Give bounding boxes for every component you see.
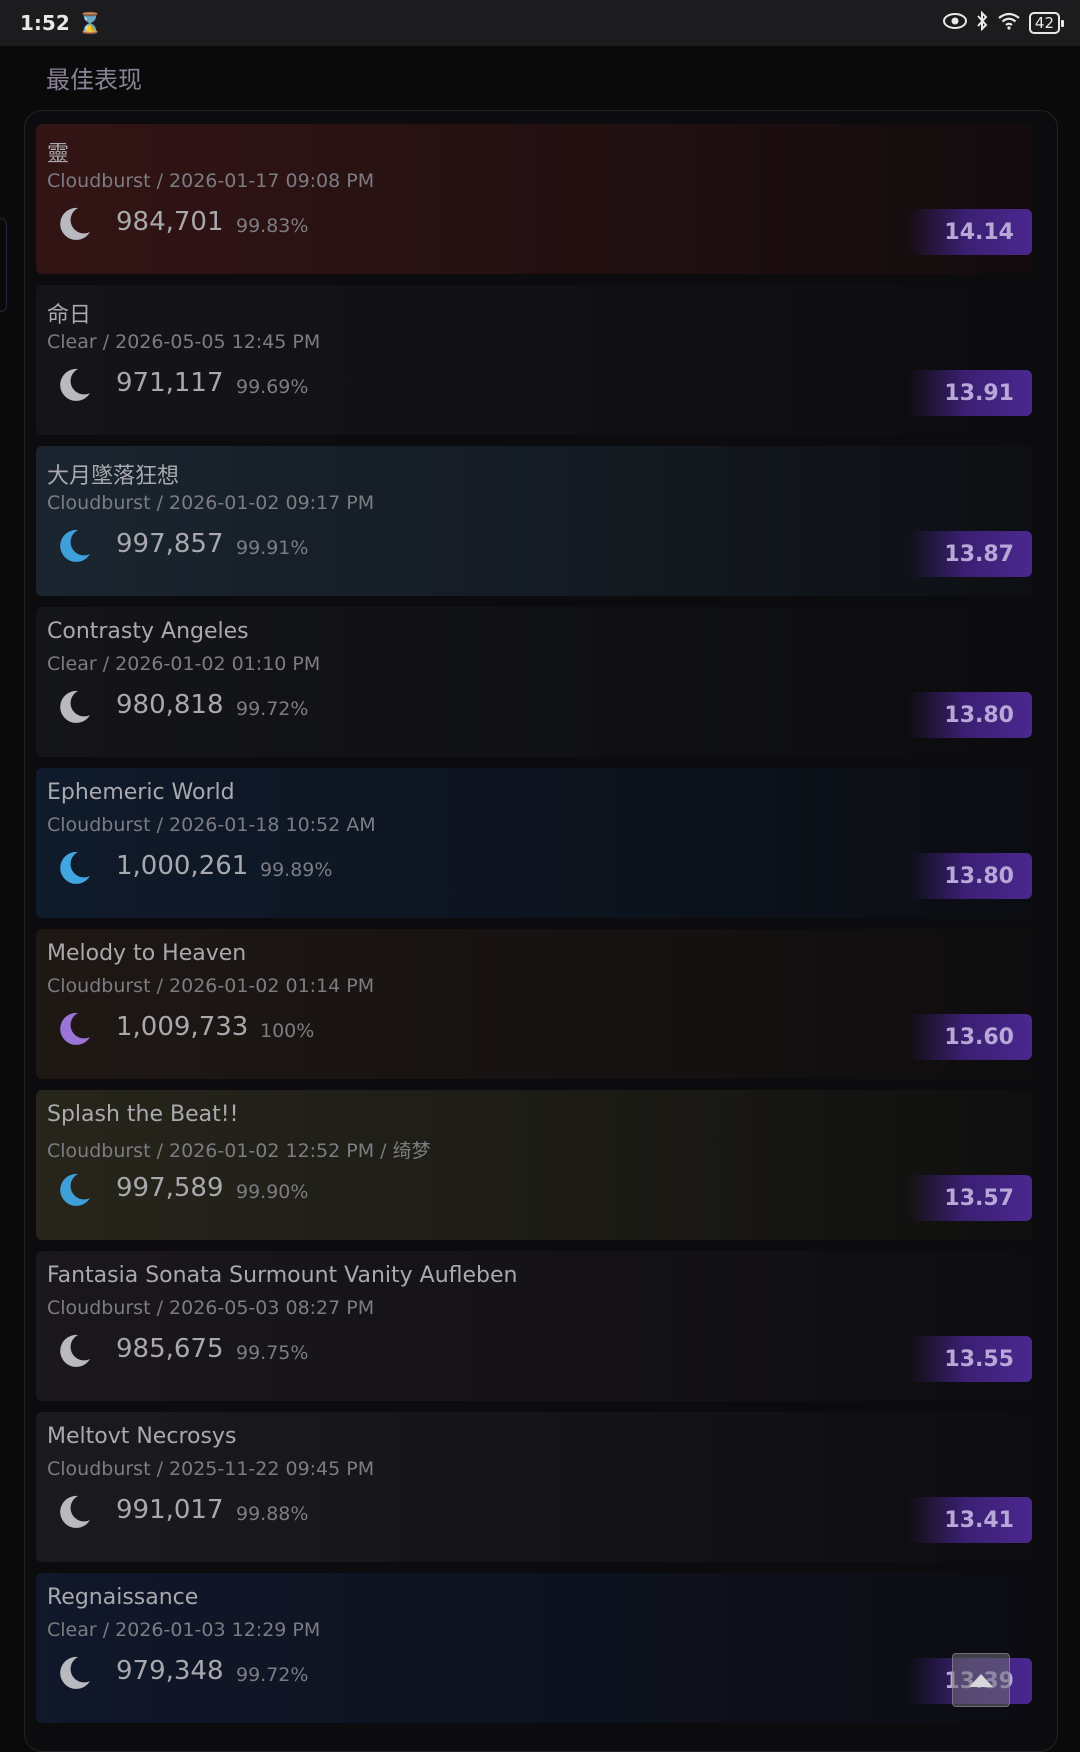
record-card[interactable]: Splash the Beat!! Cloudburst / 2026-01-02… — [36, 1090, 1032, 1240]
hourglass-icon: ⌛ — [77, 11, 103, 35]
crescent-moon-icon — [60, 207, 90, 240]
record-card[interactable]: 命日 Clear / 2026-05-05 12:45 PM 971,117 99.6… — [36, 285, 1032, 435]
record-title: 命日 — [47, 303, 92, 328]
crescent-moon-icon — [60, 1656, 90, 1689]
record-card[interactable]: Ephemeric World Cloudburst / 2026-01-18 1… — [36, 768, 1032, 918]
record-score: 985,675 — [116, 1334, 224, 1364]
record-meta: Cloudburst / 2026-01-02 12:52 PM / 绮梦 — [47, 1140, 431, 1162]
record-rating-badge: 13.60 — [908, 1014, 1032, 1060]
record-score: 1,000,261 — [116, 851, 249, 881]
bluetooth-icon — [975, 10, 989, 36]
wifi-icon — [997, 12, 1021, 35]
record-rating-badge: 13.87 — [908, 531, 1032, 577]
record-title: Fantasia Sonata Surmount Vanity Aufleben — [47, 1263, 518, 1288]
record-title: 大月墜落狂想 — [47, 464, 180, 489]
record-card[interactable]: Fantasia Sonata Surmount Vanity Aufleben… — [36, 1251, 1032, 1401]
eye-icon — [942, 12, 967, 34]
record-rating-badge: 13.80 — [908, 692, 1032, 738]
record-card[interactable]: Contrasty Angeles Clear / 2026-01-02 01:1… — [36, 607, 1032, 757]
crescent-moon-icon — [60, 1334, 90, 1367]
record-overlay — [36, 285, 1032, 435]
record-score: 997,857 — [116, 529, 224, 559]
record-rating-badge: 13.80 — [908, 853, 1032, 899]
record-overlay — [36, 446, 1032, 596]
record-accuracy: 99.72% — [236, 698, 309, 720]
record-meta: Cloudburst / 2026-01-02 09:17 PM — [47, 492, 375, 514]
record-meta: Clear / 2026-05-05 12:45 PM — [47, 331, 321, 353]
crescent-moon-icon — [60, 529, 90, 562]
record-accuracy: 99.88% — [236, 1503, 309, 1525]
record-score: 971,117 — [116, 368, 224, 398]
record-score: 980,818 — [116, 690, 224, 720]
record-accuracy: 99.75% — [236, 1342, 309, 1364]
record-rating-badge: 14.14 — [908, 209, 1032, 255]
record-card[interactable]: 靈 Cloudburst / 2026-01-17 09:08 PM 984,701… — [36, 124, 1032, 274]
crescent-moon-icon — [60, 1012, 90, 1045]
record-title: Regnaissance — [47, 1585, 199, 1610]
record-card[interactable]: Meltovt Necrosys Cloudburst / 2025-11-22 … — [36, 1412, 1032, 1562]
record-card[interactable]: Melody to Heaven Cloudburst / 2026-01-02 … — [36, 929, 1032, 1079]
record-meta: Cloudburst / 2026-05-03 08:27 PM — [47, 1297, 375, 1319]
record-score: 997,589 — [116, 1173, 224, 1203]
record-meta: Cloudburst / 2026-01-02 01:14 PM — [47, 975, 375, 997]
record-accuracy: 99.89% — [260, 859, 333, 881]
arrow-up-icon — [969, 1674, 993, 1687]
record-card[interactable]: Regnaissance Clear / 2026-01-03 12:29 PM 9… — [36, 1573, 1032, 1723]
record-meta: Cloudburst / 2026-01-17 09:08 PM — [47, 170, 375, 192]
record-title: Contrasty Angeles — [47, 619, 249, 644]
status-bar: 1:52 ⌛ 42 — [0, 0, 1080, 46]
record-accuracy: 99.83% — [236, 215, 309, 237]
record-score: 984,701 — [116, 207, 224, 237]
clock: 1:52 — [20, 11, 70, 35]
record-title: Melody to Heaven — [47, 941, 247, 966]
scroll-to-top-button[interactable] — [952, 1653, 1010, 1707]
record-title: Meltovt Necrosys — [47, 1424, 237, 1449]
record-accuracy: 100% — [260, 1020, 315, 1042]
record-card[interactable]: 大月墜落狂想 Cloudburst / 2026-01-02 09:17 PM 99… — [36, 446, 1032, 596]
crescent-moon-icon — [60, 1495, 90, 1528]
record-meta: Clear / 2026-01-03 12:29 PM — [47, 1619, 321, 1641]
record-meta: Cloudburst / 2026-01-18 10:52 AM — [47, 814, 376, 836]
section-title: 最佳表现 — [46, 66, 142, 94]
record-meta: Cloudburst / 2025-11-22 09:45 PM — [47, 1458, 375, 1480]
record-score: 991,017 — [116, 1495, 224, 1525]
record-title: Ephemeric World — [47, 780, 235, 805]
record-score: 979,348 — [116, 1656, 224, 1686]
record-accuracy: 99.69% — [236, 376, 309, 398]
record-accuracy: 99.90% — [236, 1181, 309, 1203]
record-meta: Clear / 2026-01-02 01:10 PM — [47, 653, 321, 675]
record-rating-badge: 13.41 — [908, 1497, 1032, 1543]
record-title: Splash the Beat!! — [47, 1102, 239, 1127]
side-drawer-handle[interactable] — [0, 218, 7, 312]
crescent-moon-icon — [60, 1173, 90, 1206]
record-overlay — [36, 124, 1032, 274]
record-accuracy: 99.91% — [236, 537, 309, 559]
record-rating-badge: 13.55 — [908, 1336, 1032, 1382]
record-accuracy: 99.72% — [236, 1664, 309, 1686]
crescent-moon-icon — [60, 851, 90, 884]
battery-indicator: 42 — [1028, 12, 1065, 34]
crescent-moon-icon — [60, 368, 90, 401]
record-title: 靈 — [47, 142, 70, 167]
record-score: 1,009,733 — [116, 1012, 249, 1042]
record-rating-badge: 13.57 — [908, 1175, 1032, 1221]
record-rating-badge: 13.91 — [908, 370, 1032, 416]
crescent-moon-icon — [60, 690, 90, 723]
